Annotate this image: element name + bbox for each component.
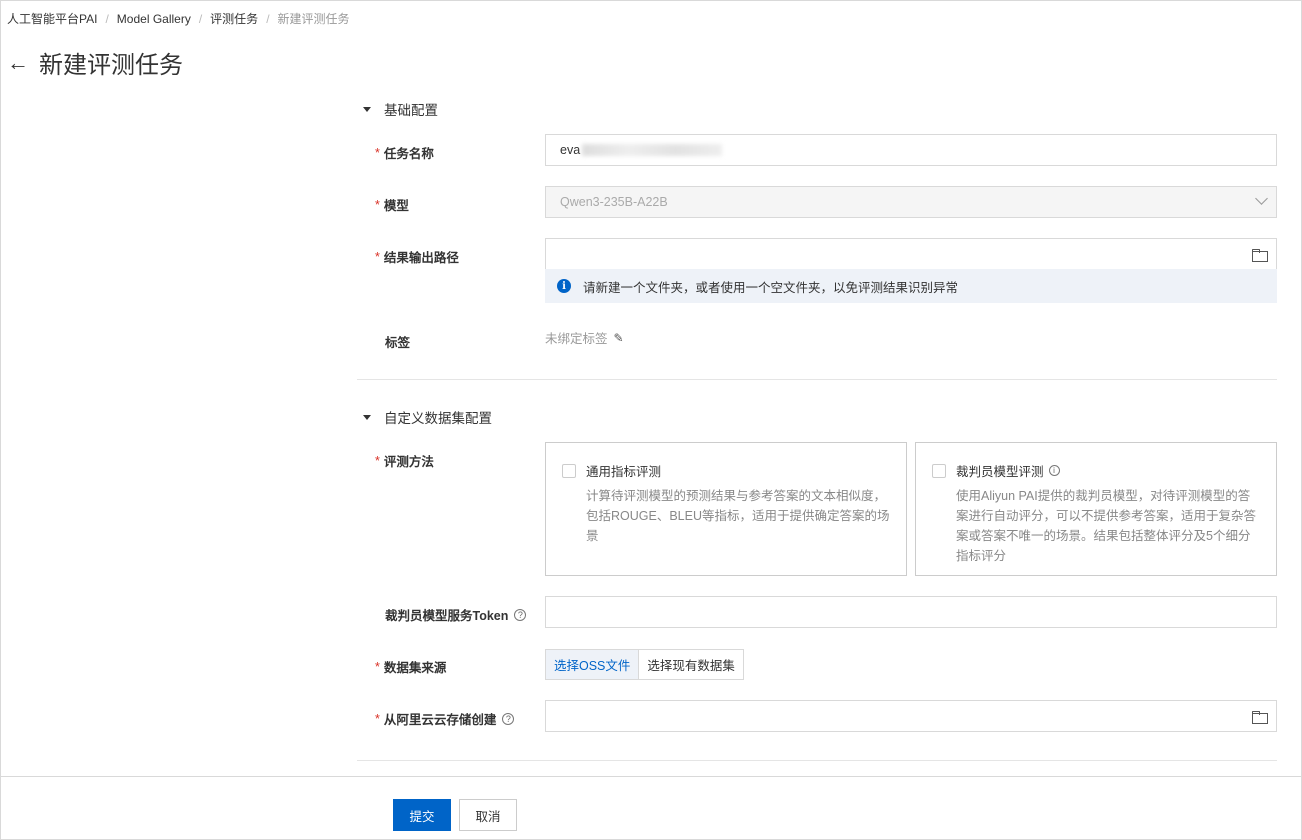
- task-name-label: * 任务名称: [375, 143, 434, 162]
- breadcrumb-separator: /: [198, 11, 203, 26]
- breadcrumb-item-model-gallery[interactable]: Model Gallery: [117, 12, 191, 26]
- required-mark: *: [375, 197, 380, 212]
- breadcrumb-item-pai[interactable]: 人工智能平台PAI: [7, 10, 97, 27]
- tags-text: 未绑定标签: [545, 332, 608, 346]
- card-desc: 计算待评测模型的预测结果与参考答案的文本相似度，包括ROUGE、BLEU等指标，…: [586, 489, 890, 543]
- eval-method-card-judge[interactable]: 裁判员模型评测 i 使用Aliyun PAI提供的裁判员模型，对待评测模型的答案…: [915, 442, 1277, 576]
- section-divider: [357, 760, 1277, 761]
- arrow-left-icon[interactable]: ←: [7, 51, 31, 74]
- redacted-text: [582, 144, 723, 156]
- section-basic-config[interactable]: 基础配置: [363, 99, 438, 119]
- section-dataset-config[interactable]: 自定义数据集配置: [363, 407, 492, 427]
- label-text: 评测方法: [383, 455, 434, 469]
- output-path-alert: i 请新建一个文件夹，或者使用一个空文件夹，以免评测结果识别异常: [545, 269, 1277, 303]
- required-mark: *: [375, 453, 380, 468]
- section-title: 基础配置: [384, 103, 438, 118]
- label-text: 数据集来源: [383, 661, 447, 675]
- card-title: 通用指标评测: [586, 461, 890, 480]
- cancel-button[interactable]: 取消: [459, 799, 517, 831]
- info-circle-icon[interactable]: i: [1048, 465, 1060, 476]
- info-icon: i: [557, 279, 571, 293]
- eval-method-card-general[interactable]: 通用指标评测 计算待评测模型的预测结果与参考答案的文本相似度，包括ROUGE、B…: [545, 442, 907, 576]
- label-text: 模型: [383, 199, 409, 213]
- oss-create-label: * 从阿里云云存储创建 ?: [375, 709, 515, 728]
- tags-value[interactable]: 未绑定标签 ✎: [545, 328, 624, 347]
- breadcrumb-current: 新建评测任务: [277, 12, 350, 26]
- oss-create-input[interactable]: [545, 700, 1277, 732]
- dataset-source-label: * 数据集来源: [375, 657, 446, 676]
- model-select[interactable]: Qwen3-235B-A22B: [545, 186, 1277, 218]
- card-title-text: 通用指标评测: [586, 465, 662, 479]
- chevron-down-icon: [1255, 192, 1268, 205]
- page-header: ← 新建评测任务: [7, 45, 183, 80]
- checkbox[interactable]: [932, 464, 946, 478]
- folder-icon[interactable]: [1252, 249, 1268, 262]
- card-desc: 使用Aliyun PAI提供的裁判员模型，对待评测模型的答案进行自动评分，可以不…: [956, 489, 1257, 563]
- card-title: 裁判员模型评测 i: [956, 461, 1260, 480]
- form-footer: [1, 776, 1302, 840]
- dataset-source-oss-button[interactable]: 选择OSS文件: [545, 649, 639, 680]
- eval-method-label: * 评测方法: [375, 451, 434, 470]
- caret-down-icon: [363, 106, 371, 112]
- required-mark: *: [375, 711, 380, 726]
- required-mark: *: [375, 145, 380, 160]
- output-path-label: * 结果输出路径: [375, 247, 459, 266]
- select-value: Qwen3-235B-A22B: [560, 195, 668, 209]
- alert-text: 请新建一个文件夹，或者使用一个空文件夹，以免评测结果识别异常: [583, 280, 959, 295]
- question-circle-icon[interactable]: ?: [502, 712, 515, 725]
- section-divider: [357, 379, 1277, 380]
- card-body: 通用指标评测 计算待评测模型的预测结果与参考答案的文本相似度，包括ROUGE、B…: [586, 461, 890, 557]
- label-text: 标签: [385, 336, 411, 350]
- folder-icon[interactable]: [1252, 711, 1268, 724]
- task-name-input[interactable]: eva: [545, 134, 1277, 166]
- judge-token-label: 裁判员模型服务Token ?: [385, 605, 527, 624]
- breadcrumb: 人工智能平台PAI / Model Gallery / 评测任务 / 新建评测任…: [7, 10, 350, 27]
- caret-down-icon: [363, 414, 371, 420]
- breadcrumb-separator: /: [266, 11, 270, 26]
- breadcrumb-item-eval-tasks[interactable]: 评测任务: [210, 10, 258, 27]
- checkbox[interactable]: [562, 464, 576, 478]
- edit-icon[interactable]: ✎: [614, 331, 624, 345]
- submit-button[interactable]: 提交: [393, 799, 451, 831]
- label-text: 从阿里云云存储创建: [383, 713, 497, 727]
- card-body: 裁判员模型评测 i 使用Aliyun PAI提供的裁判员模型，对待评测模型的答案…: [956, 461, 1260, 563]
- model-label: * 模型: [375, 195, 409, 214]
- dataset-source-existing-button[interactable]: 选择现有数据集: [638, 649, 744, 680]
- input-value: eva: [560, 143, 581, 157]
- card-title-text: 裁判员模型评测: [956, 465, 1044, 479]
- output-path-input[interactable]: [545, 238, 1277, 270]
- question-circle-icon[interactable]: ?: [514, 608, 527, 621]
- breadcrumb-separator: /: [105, 11, 109, 26]
- dataset-source-toggle: 选择OSS文件 选择现有数据集: [545, 649, 744, 680]
- page-title: 新建评测任务: [39, 52, 183, 79]
- required-mark: *: [375, 249, 380, 264]
- judge-token-input[interactable]: [545, 596, 1277, 628]
- required-mark: *: [375, 659, 380, 674]
- label-text: 裁判员模型服务Token: [385, 609, 509, 623]
- label-text: 结果输出路径: [383, 251, 459, 265]
- section-title: 自定义数据集配置: [384, 411, 492, 426]
- label-text: 任务名称: [383, 147, 434, 161]
- tags-label: 标签: [385, 332, 410, 351]
